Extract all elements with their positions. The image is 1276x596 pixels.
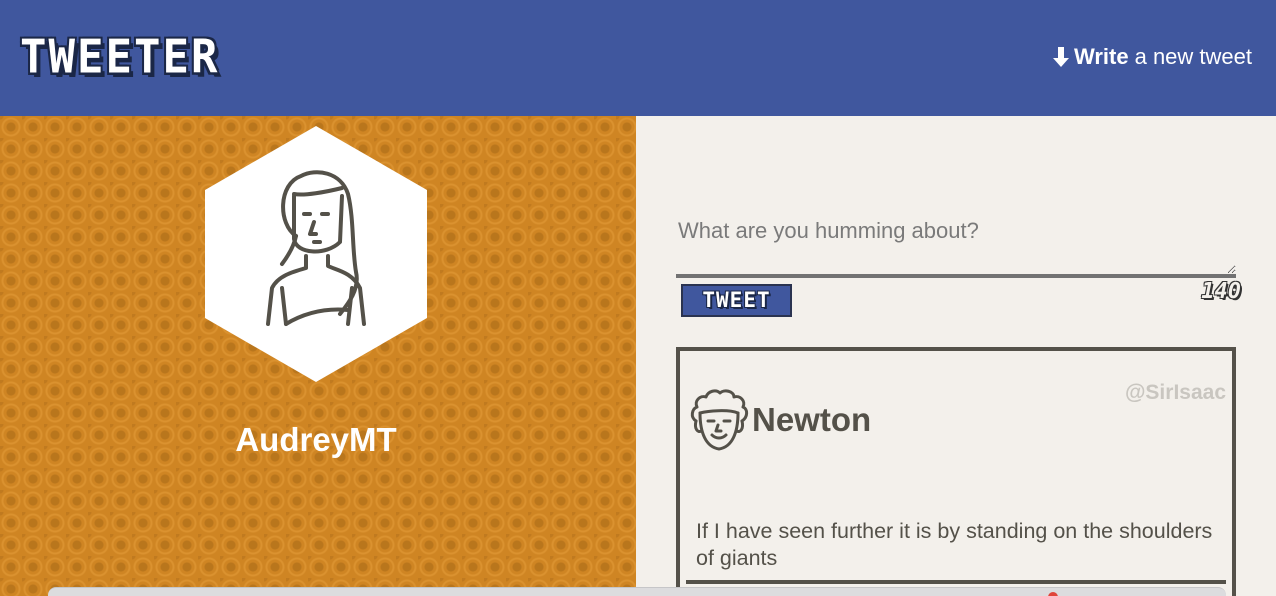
tweet-text: If I have seen further it is by standing… — [696, 519, 1213, 570]
write-new-tweet-bold: Write — [1073, 44, 1129, 69]
feed-panel: TWEET 140 Newton @SirIsaac If I have see… — [636, 116, 1276, 596]
os-dock — [48, 587, 1226, 596]
tweet-handle[interactable]: @SirIsaac — [1125, 381, 1226, 405]
tweet-submit-button[interactable]: TWEET — [681, 284, 792, 317]
profile-avatar-hexagon — [205, 126, 427, 382]
char-counter: 140 — [1201, 279, 1241, 304]
woman-avatar-icon — [266, 170, 366, 326]
tweet-card: Newton @SirIsaac If I have seen further … — [676, 347, 1236, 596]
app-header: TWEETER Write a new tweet — [0, 0, 1276, 116]
profile-panel: AudreyMT — [0, 116, 636, 596]
write-new-tweet-rest: a new tweet — [1134, 44, 1252, 69]
tweet-author: Newton — [752, 401, 872, 438]
curly-hair-man-avatar-icon — [690, 389, 749, 451]
tweet-compose-input[interactable] — [676, 208, 1236, 278]
write-new-tweet-link[interactable]: Write a new tweet — [1051, 42, 1252, 72]
arrow-down-icon — [1052, 47, 1069, 67]
dock-app-icon[interactable] — [1048, 592, 1058, 596]
profile-username: AudreyMT — [235, 421, 397, 458]
app-logo[interactable]: TWEETER — [20, 29, 219, 88]
tweet-footer-divider — [686, 580, 1226, 584]
